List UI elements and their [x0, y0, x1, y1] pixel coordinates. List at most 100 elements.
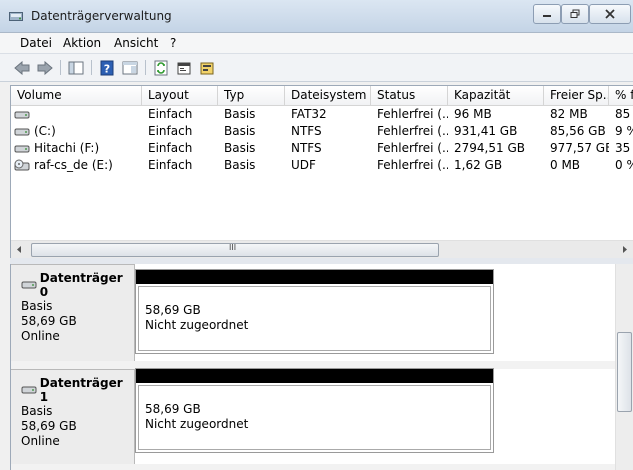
volume-row[interactable]: (C:) Einfach Basis NTFS Fehlerfrei (... … — [11, 123, 633, 140]
menu-ansicht[interactable]: Ansicht — [114, 36, 158, 50]
refresh-button[interactable] — [151, 58, 171, 77]
cell-freier-speicher: 85,56 GB — [550, 124, 606, 138]
back-icon — [14, 60, 30, 75]
toolbar-separator — [91, 60, 92, 75]
help-icon: ? — [100, 60, 114, 75]
svg-text:?: ? — [104, 62, 110, 75]
cell-typ: Basis — [224, 158, 256, 172]
horizontal-scrollbar[interactable]: III — [11, 240, 633, 258]
help-button[interactable]: ? — [97, 58, 117, 77]
cell-typ: Basis — [224, 124, 256, 138]
cell-kapazitaet: 931,41 GB — [454, 124, 518, 138]
back-button[interactable] — [12, 58, 32, 77]
scroll-left-icon[interactable] — [15, 245, 23, 254]
properties-panel-button[interactable] — [120, 58, 140, 77]
cell-typ: Basis — [224, 141, 256, 155]
cell-kapazitaet: 96 MB — [454, 107, 492, 121]
disk-1-name: Datenträger 1 — [39, 376, 123, 404]
menu-bar: Datei Aktion Ansicht ? — [0, 33, 633, 54]
wizard-icon — [200, 62, 214, 74]
cell-typ: Basis — [224, 107, 256, 121]
toolbar: ? — [0, 54, 633, 82]
volume-list-header: Volume Layout Typ Dateisystem Status Kap… — [11, 86, 633, 106]
disk-1-partition-status: Nicht zugeordnet — [145, 417, 249, 431]
toolbar-separator — [60, 60, 61, 75]
scroll-grip: III — [229, 243, 237, 252]
disk-0-partition-size: 58,69 GB — [145, 303, 201, 317]
disk-0-partition-status: Nicht zugeordnet — [145, 318, 249, 332]
disk-separator — [11, 464, 633, 470]
close-button[interactable] — [589, 4, 631, 24]
disk-icon — [21, 386, 37, 394]
cell-layout: Einfach — [148, 158, 193, 172]
properties-icon — [177, 62, 191, 74]
vertical-scroll-thumb[interactable] — [617, 332, 632, 412]
cell-layout: Einfach — [148, 124, 193, 138]
volume-row[interactable]: Einfach Basis FAT32 Fehlerfrei (... 96 M… — [11, 106, 633, 123]
menu-help[interactable]: ? — [170, 36, 176, 50]
properties-button[interactable] — [174, 58, 194, 77]
title-bar[interactable]: Datenträgerverwaltung — [0, 0, 633, 33]
volume-row[interactable]: Hitachi (F:) Einfach Basis NTFS Fehlerfr… — [11, 140, 633, 157]
cell-prozent-frei: 0 % — [615, 158, 633, 172]
properties-panel-icon — [122, 61, 138, 74]
cell-freier-speicher: 0 MB — [550, 158, 581, 172]
console-tree-icon — [68, 61, 84, 74]
cell-prozent-frei: 35 — [615, 141, 631, 155]
volume-row[interactable]: raf-cs_de (E:) Einfach Basis UDF Fehlerf… — [11, 157, 633, 174]
column-freier-speicher[interactable]: Freier Sp... — [544, 86, 609, 105]
optical-drive-icon — [14, 159, 30, 170]
cell-dateisystem: NTFS — [291, 124, 322, 138]
minimize-button[interactable] — [533, 4, 561, 24]
column-status[interactable]: Status — [371, 86, 448, 105]
restore-icon — [570, 9, 580, 18]
cell-layout: Einfach — [148, 107, 193, 121]
refresh-icon — [154, 60, 168, 75]
cell-prozent-frei: 9 % — [615, 124, 633, 138]
scroll-right-icon[interactable] — [621, 245, 629, 254]
console-tree-button[interactable] — [66, 58, 86, 77]
cell-prozent-frei: 85 — [615, 107, 631, 121]
column-dateisystem[interactable]: Dateisystem — [285, 86, 371, 105]
disk-0-type: Basis — [21, 299, 53, 313]
disk-0-info[interactable]: Datenträger 0 Basis 58,69 GB Online — [11, 264, 135, 361]
column-layout[interactable]: Layout — [142, 86, 218, 105]
disk-0-partition[interactable]: 58,69 GB Nicht zugeordnet — [135, 269, 494, 354]
disk-1-partition[interactable]: 58,69 GB Nicht zugeordnet — [135, 368, 494, 453]
maximize-button[interactable] — [561, 4, 589, 24]
window-title: Datenträgerverwaltung — [31, 9, 172, 23]
minimize-icon — [543, 15, 551, 17]
cell-status: Fehlerfrei (... — [377, 107, 448, 121]
vertical-scrollbar[interactable] — [615, 264, 633, 470]
cell-dateisystem: FAT32 — [291, 107, 327, 121]
horizontal-scroll-thumb[interactable]: III — [31, 243, 439, 257]
toolbar-separator — [145, 60, 146, 75]
cell-volume: Hitachi (F:) — [11, 140, 142, 157]
drive-icon — [14, 128, 30, 135]
cell-layout: Einfach — [148, 141, 193, 155]
menu-datei[interactable]: Datei — [20, 36, 52, 50]
column-typ[interactable]: Typ — [218, 86, 285, 105]
column-kapazitaet[interactable]: Kapazität — [448, 86, 544, 105]
wizard-button[interactable] — [197, 58, 217, 77]
disk-0-name: Datenträger 0 — [39, 271, 123, 299]
column-volume[interactable]: Volume — [11, 86, 142, 105]
cell-dateisystem: NTFS — [291, 141, 322, 155]
drive-icon — [14, 111, 30, 118]
cell-volume — [11, 106, 142, 123]
forward-button[interactable] — [35, 58, 55, 77]
cell-volume: raf-cs_de (E:) — [11, 157, 142, 174]
cell-kapazitaet: 1,62 GB — [454, 158, 503, 172]
disk-icon — [21, 281, 37, 289]
disk-1-type: Basis — [21, 404, 53, 418]
cell-freier-speicher: 977,57 GB — [550, 141, 609, 155]
disk-0-state: Online — [21, 329, 60, 343]
disk-1-state: Online — [21, 434, 60, 448]
drive-icon — [14, 145, 30, 152]
disk-1-partition-size: 58,69 GB — [145, 402, 201, 416]
forward-icon — [37, 60, 53, 75]
column-prozent-frei[interactable]: % f — [609, 86, 633, 105]
menu-aktion[interactable]: Aktion — [63, 36, 101, 50]
disk-graphical-view: Datenträger 0 Basis 58,69 GB Online 58,6… — [10, 264, 633, 470]
disk-1-info[interactable]: Datenträger 1 Basis 58,69 GB Online — [11, 369, 135, 464]
